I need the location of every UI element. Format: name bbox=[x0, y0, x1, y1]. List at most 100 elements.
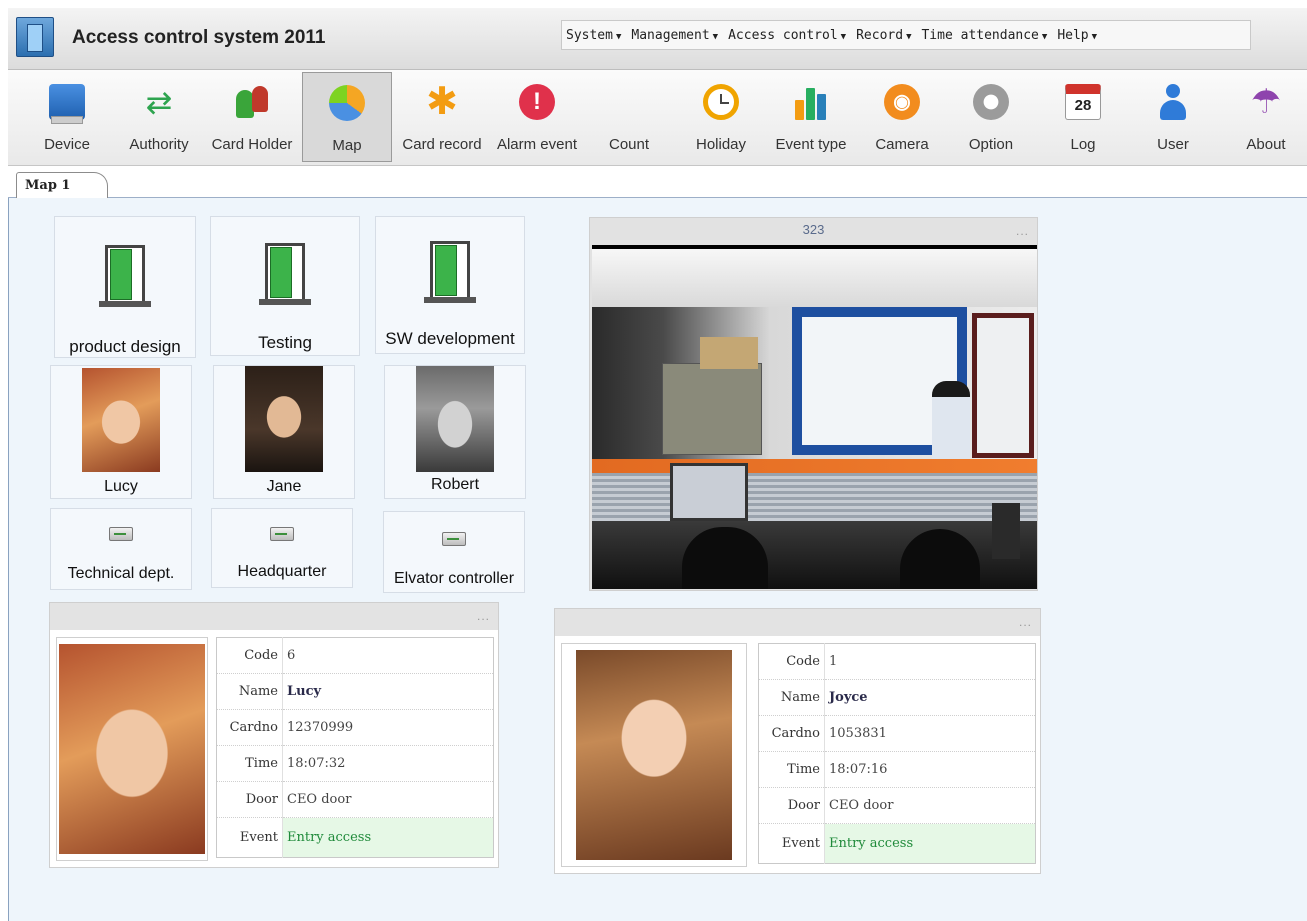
scene-ceiling bbox=[592, 249, 1037, 307]
toolbar-label: Map bbox=[332, 137, 362, 154]
toolbar-map-button[interactable]: Map bbox=[302, 72, 392, 162]
table-row: Event Entry access bbox=[216, 817, 494, 858]
field-value: CEO door bbox=[282, 781, 494, 818]
map-person-robert[interactable]: Robert bbox=[384, 365, 526, 499]
toolbar-label: Option bbox=[968, 136, 1014, 153]
cardholder-photo bbox=[59, 644, 205, 854]
table-row: Code 1 bbox=[758, 643, 1036, 680]
tab-map-1[interactable]: Map 1 bbox=[16, 172, 108, 199]
scene-computer bbox=[992, 503, 1020, 559]
bar-chart-icon-bar bbox=[817, 94, 826, 120]
map-controller-elvator[interactable]: Elvator controller bbox=[383, 511, 525, 593]
map-person-lucy[interactable]: Lucy bbox=[50, 365, 192, 499]
menu-time-attendance[interactable]: Time attendance ▼ bbox=[921, 28, 1047, 43]
toolbar-label: Alarm event bbox=[496, 136, 578, 153]
toolbar-holiday-button[interactable]: Holiday bbox=[684, 72, 758, 162]
event-details-table: Code 6 Name Lucy Cardno 12370999 Time 18:07:… bbox=[216, 637, 494, 858]
field-label: Name bbox=[216, 673, 283, 710]
users-icon bbox=[234, 84, 270, 120]
controller-label: Headquarter bbox=[237, 563, 327, 580]
door-label: product design bbox=[69, 337, 181, 356]
menu-management[interactable]: Management ▼ bbox=[631, 28, 718, 43]
field-label: Event bbox=[216, 817, 283, 858]
gear-icon bbox=[973, 84, 1009, 120]
map-door-sw-development[interactable]: SW development bbox=[375, 216, 525, 354]
panel-menu-button[interactable]: ... bbox=[1019, 615, 1032, 629]
toolbar-option-button[interactable]: Option bbox=[954, 72, 1028, 162]
event-details-table: Code 1 Name Joyce Cardno 1053831 Time 18:07:… bbox=[758, 643, 1036, 864]
table-row: Cardno 12370999 bbox=[216, 709, 494, 746]
map-person-jane[interactable]: Jane bbox=[213, 365, 355, 499]
alarm-icon: ! bbox=[519, 84, 555, 120]
field-label: Cardno bbox=[758, 715, 825, 752]
table-row: Time 18:07:32 bbox=[216, 745, 494, 782]
calendar-icon: 28 bbox=[1065, 84, 1101, 120]
camera-title: 323 bbox=[802, 222, 825, 237]
panel-header: ... bbox=[555, 609, 1040, 636]
pie-chart-icon bbox=[329, 85, 365, 121]
camera-video-feed[interactable] bbox=[592, 245, 1037, 589]
toolbar-label: Holiday bbox=[695, 136, 747, 153]
map-door-testing[interactable]: Testing bbox=[210, 216, 360, 356]
rss-icon: ◉ bbox=[884, 84, 920, 120]
toolbar-about-button[interactable]: ☂ About bbox=[1230, 72, 1302, 162]
field-label: Door bbox=[758, 787, 825, 824]
panel-menu-button[interactable]: ... bbox=[477, 609, 490, 623]
table-row: Name Joyce bbox=[758, 679, 1036, 716]
table-row: Name Lucy bbox=[216, 673, 494, 710]
door-panel bbox=[435, 245, 457, 296]
map-controller-headquarter[interactable]: Headquarter bbox=[211, 508, 353, 588]
sync-icon: ⇄ bbox=[145, 84, 173, 120]
toolbar-count-button[interactable]: Count bbox=[594, 72, 664, 162]
toolbar-label: About bbox=[1246, 136, 1286, 153]
map-door-product-design[interactable]: product design bbox=[54, 216, 196, 358]
toolbar-alarm-event-button[interactable]: ! Alarm event bbox=[490, 72, 584, 162]
device-icon bbox=[49, 84, 85, 124]
field-label: Code bbox=[758, 643, 825, 680]
scene-monitor bbox=[670, 463, 748, 521]
field-label: Time bbox=[216, 745, 283, 782]
toolbar-authority-button[interactable]: ⇄ Authority bbox=[120, 72, 198, 162]
app-title: Access control system 2011 bbox=[72, 27, 326, 48]
menu-help[interactable]: Help ▼ bbox=[1057, 28, 1097, 43]
field-label: Door bbox=[216, 781, 283, 818]
field-label: Cardno bbox=[216, 709, 283, 746]
controller-icon bbox=[442, 532, 466, 546]
toolbar-event-type-button[interactable]: Event type bbox=[766, 72, 856, 162]
toolbar-camera-button[interactable]: ◉ Camera bbox=[864, 72, 940, 162]
toolbar-card-holder-button[interactable]: Card Holder bbox=[206, 72, 298, 162]
scene-person bbox=[932, 381, 970, 461]
scene-boxes bbox=[700, 337, 758, 369]
toolbar-device-button[interactable]: Device bbox=[30, 72, 104, 162]
scene-blinds bbox=[592, 473, 1037, 523]
menu-system[interactable]: System ▼ bbox=[566, 28, 621, 43]
menu-record[interactable]: Record ▼ bbox=[856, 28, 911, 43]
clock-icon bbox=[703, 84, 739, 120]
access-event-panel-joyce: ... Code 1 Name Joyce Cardno 1053831 Time 18… bbox=[554, 608, 1041, 874]
door-label: SW development bbox=[385, 329, 515, 348]
toolbar-log-button[interactable]: 28 Log bbox=[1048, 72, 1118, 162]
person-label: Jane bbox=[266, 478, 302, 495]
toolbar-label: Log bbox=[1070, 136, 1096, 153]
toolbar-label: Camera bbox=[875, 136, 929, 153]
map-controller-technical-dept[interactable]: Technical dept. bbox=[50, 508, 192, 590]
count-icon bbox=[611, 84, 647, 120]
field-label: Time bbox=[758, 751, 825, 788]
person-label: Lucy bbox=[104, 478, 138, 495]
toolbar-user-button[interactable]: User bbox=[1138, 72, 1208, 162]
robert-photo bbox=[416, 366, 494, 472]
camera-menu-button[interactable]: ... bbox=[1016, 224, 1029, 238]
camera-panel: 323 ... bbox=[589, 217, 1038, 591]
asterisk-icon: ✱ bbox=[426, 81, 458, 123]
menu-access-control[interactable]: Access control ▼ bbox=[728, 28, 846, 43]
jane-photo bbox=[245, 366, 323, 472]
toolbar-label: Card record bbox=[402, 136, 482, 153]
field-value: 12370999 bbox=[282, 709, 494, 746]
door-panel bbox=[270, 247, 292, 298]
toolbar: Device ⇄ Authority Card Holder Map ✱ Car… bbox=[8, 70, 1307, 166]
map-canvas: product design Testing SW development Lu… bbox=[8, 198, 1307, 921]
toolbar-card-record-button[interactable]: ✱ Card record bbox=[394, 72, 490, 162]
bar-chart-icon-bar bbox=[806, 88, 815, 120]
photo-frame bbox=[561, 643, 747, 867]
door-sill bbox=[259, 299, 311, 305]
